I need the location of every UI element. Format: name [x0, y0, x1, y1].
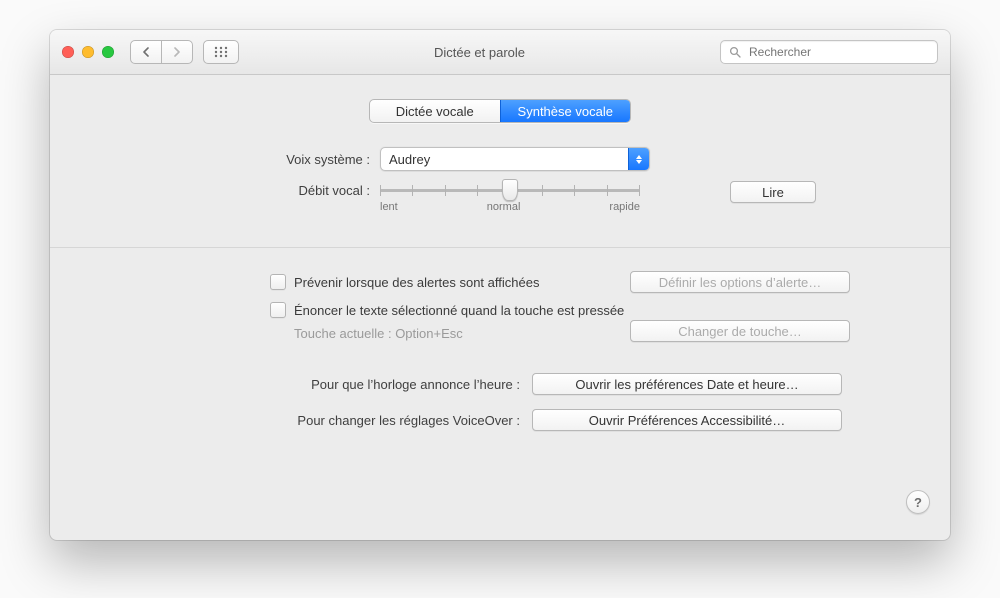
alerts-checkbox-label: Prévenir lorsque des alertes sont affich… [294, 275, 539, 290]
voice-popup[interactable]: Audrey [380, 147, 650, 171]
play-button[interactable]: Lire [730, 181, 816, 203]
window-title: Dictée et parole [249, 45, 710, 60]
grid-icon [214, 46, 228, 58]
window-controls [62, 46, 120, 58]
tab-dictation[interactable]: Dictée vocale [370, 100, 500, 122]
alerts-checkbox[interactable] [270, 274, 286, 290]
chevron-left-icon [142, 47, 150, 57]
chevron-right-icon [173, 47, 181, 57]
section-divider [50, 247, 950, 248]
forward-button[interactable] [161, 41, 192, 63]
nav-back-forward [130, 40, 193, 64]
toolbar: Dictée et parole [50, 30, 950, 75]
current-key-label: Touche actuelle : [294, 326, 395, 341]
search-field[interactable] [720, 40, 938, 64]
zoom-window-button[interactable] [102, 46, 114, 58]
speak-selection-checkbox[interactable] [270, 302, 286, 318]
clock-label: Pour que l’horloge annonce l’heure : [240, 377, 520, 392]
rate-slider[interactable]: lent normal rapide [380, 181, 640, 221]
close-window-button[interactable] [62, 46, 74, 58]
search-icon [729, 46, 741, 58]
rate-slow-label: lent [380, 201, 398, 213]
open-accessibility-button[interactable]: Ouvrir Préférences Accessibilité… [532, 409, 842, 431]
slider-knob[interactable] [502, 179, 518, 201]
minimize-window-button[interactable] [82, 46, 94, 58]
change-key-button[interactable]: Changer de touche… [630, 320, 850, 342]
speak-selection-checkbox-label: Énoncer le texte sélectionné quand la to… [294, 303, 624, 318]
slider-labels: lent normal rapide [380, 201, 640, 213]
open-date-time-button[interactable]: Ouvrir les préférences Date et heure… [532, 373, 842, 395]
search-input[interactable] [747, 44, 929, 60]
alert-options-button[interactable]: Définir les options d’alerte… [630, 271, 850, 293]
voice-label: Voix système : [90, 152, 380, 167]
voiceover-label: Pour changer les réglages VoiceOver : [240, 413, 520, 428]
show-all-button[interactable] [203, 40, 239, 64]
rate-label: Débit vocal : [90, 181, 380, 198]
rate-fast-label: rapide [609, 201, 640, 213]
voice-selected: Audrey [389, 152, 430, 167]
rate-normal-label: normal [487, 201, 521, 213]
tab-tts[interactable]: Synthèse vocale [500, 100, 631, 122]
preferences-window: Dictée et parole Dictée vocale Synthèse … [50, 30, 950, 540]
current-key-value: Option+Esc [395, 326, 463, 341]
popup-arrows-icon [628, 148, 649, 170]
speak-selection-checkbox-row: Énoncer le texte sélectionné quand la to… [270, 302, 910, 318]
tab-control: Dictée vocale Synthèse vocale [369, 99, 631, 123]
help-button[interactable]: ? [906, 490, 930, 514]
content: Dictée vocale Synthèse vocale Voix systè… [50, 75, 950, 463]
back-button[interactable] [131, 41, 161, 63]
